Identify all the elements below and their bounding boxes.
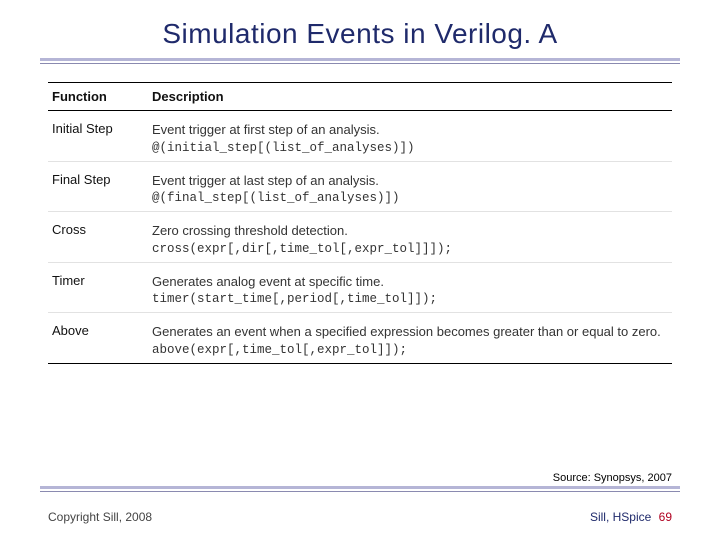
desc-code: above(expr[,time_tol[,expr_tol]]); [152, 343, 666, 357]
cell-desc: Event trigger at last step of an analysi… [148, 161, 672, 212]
desc-text: Event trigger at first step of an analys… [152, 121, 666, 139]
desc-code: cross(expr[,dir[,time_tol[,expr_tol]]]); [152, 242, 666, 256]
desc-text: Event trigger at last step of an analysi… [152, 172, 666, 190]
footer-copyright: Copyright Sill, 2008 [48, 510, 152, 524]
cell-desc: Event trigger at first step of an analys… [148, 111, 672, 162]
footer-right: Sill, HSpice 69 [590, 510, 672, 524]
table-row: Timer Generates analog event at specific… [48, 262, 672, 313]
table-row: Initial Step Event trigger at first step… [48, 111, 672, 162]
cell-func: Above [48, 313, 148, 364]
desc-code: @(final_step[(list_of_analyses)]) [152, 191, 666, 205]
desc-code: timer(start_time[,period[,time_tol]]); [152, 292, 666, 306]
events-table-wrap: Function Description Initial Step Event … [48, 82, 672, 364]
page-number: 69 [659, 510, 672, 524]
desc-text: Generates analog event at specific time. [152, 273, 666, 291]
cell-desc: Zero crossing threshold detection. cross… [148, 212, 672, 263]
slide: Simulation Events in Verilog. A Function… [0, 0, 720, 540]
col-function: Function [48, 83, 148, 111]
cell-func: Timer [48, 262, 148, 313]
table-row: Above Generates an event when a specifie… [48, 313, 672, 364]
cell-func: Cross [48, 212, 148, 263]
title-divider [40, 58, 680, 64]
cell-func: Final Step [48, 161, 148, 212]
events-table: Function Description Initial Step Event … [48, 82, 672, 364]
table-header-row: Function Description [48, 83, 672, 111]
desc-text: Zero crossing threshold detection. [152, 222, 666, 240]
table-row: Final Step Event trigger at last step of… [48, 161, 672, 212]
col-description: Description [148, 83, 672, 111]
cell-func: Initial Step [48, 111, 148, 162]
footer-label: Sill, HSpice [590, 510, 651, 524]
cell-desc: Generates an event when a specified expr… [148, 313, 672, 364]
desc-text: Generates an event when a specified expr… [152, 323, 666, 341]
desc-code: @(initial_step[(list_of_analyses)]) [152, 141, 666, 155]
page-title: Simulation Events in Verilog. A [0, 0, 720, 50]
table-row: Cross Zero crossing threshold detection.… [48, 212, 672, 263]
source-citation: Source: Synopsys, 2007 [553, 472, 672, 484]
cell-desc: Generates analog event at specific time.… [148, 262, 672, 313]
footer-divider [40, 486, 680, 492]
